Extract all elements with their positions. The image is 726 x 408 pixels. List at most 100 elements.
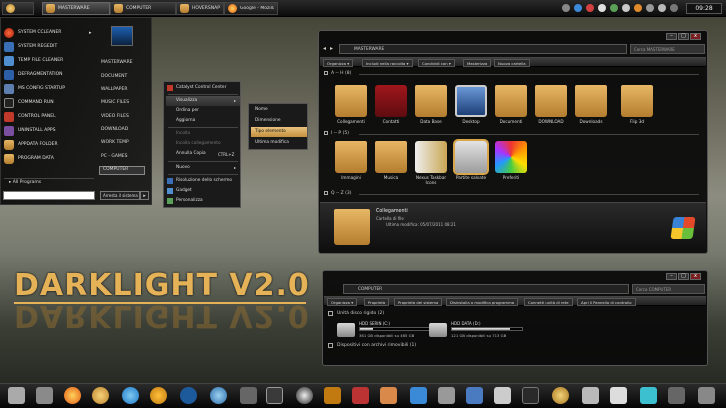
start-search-input[interactable] — [3, 191, 95, 200]
file-item[interactable]: Downloads — [571, 85, 611, 137]
counter-icon[interactable] — [266, 387, 283, 404]
all-programs-link[interactable]: ▸ All Programs — [9, 180, 41, 185]
start-right-wallpaper[interactable]: WALLPAPER — [101, 87, 127, 92]
tray-volume-icon[interactable] — [598, 4, 606, 12]
shutdown-options-button[interactable]: ▸ — [140, 191, 149, 200]
tray-arrow-icon[interactable] — [562, 4, 570, 12]
submenu-item-size[interactable]: Dimensione — [251, 116, 307, 126]
start-item-program-data[interactable]: PROGRAM DATA — [4, 152, 92, 165]
group-header[interactable]: Q -- Z (3) — [324, 191, 352, 196]
menu-item-paste-shortcut[interactable]: Incolla collegamento — [166, 139, 240, 149]
start-item-defrag[interactable]: DEFRAGMENTATION — [4, 68, 92, 81]
task-masterware[interactable]: MASTERWARE — [42, 2, 110, 15]
search-icon[interactable] — [8, 387, 25, 404]
player-icon[interactable] — [582, 387, 599, 404]
checkbox[interactable] — [328, 311, 333, 316]
tray-network-icon[interactable] — [574, 4, 582, 12]
organize-button[interactable]: Organizza ▾ — [323, 59, 354, 67]
forward-icon[interactable]: ▸ — [330, 46, 336, 52]
submenu-item-type[interactable]: Tipo elemento — [251, 127, 307, 137]
start-item-control-panel[interactable]: CONTROL PANEL — [4, 110, 92, 123]
folder-icon[interactable] — [438, 387, 455, 404]
include-library-button[interactable]: Includi nella raccolta ▾ — [362, 59, 413, 67]
start-right-document[interactable]: DOCUMENT — [101, 74, 127, 79]
contacts-icon[interactable] — [150, 387, 167, 404]
search-input[interactable]: Cerca COMPUTER — [632, 284, 705, 294]
media-player-icon[interactable] — [522, 387, 539, 404]
start-item-msconfig[interactable]: MS CONFIG STARTUP — [4, 82, 92, 95]
file-item[interactable]: Collegamenti — [331, 85, 371, 137]
share-button[interactable]: Condividi con ▾ — [418, 59, 455, 67]
app-icon[interactable] — [352, 387, 369, 404]
checkbox[interactable] — [324, 191, 328, 195]
music-icon[interactable] — [552, 387, 569, 404]
group-header[interactable]: Unità disco rigido (2) — [328, 311, 384, 316]
group-header[interactable]: Dispositivi con archivi rimovibili (1) — [328, 343, 416, 348]
menu-item-catalyst[interactable]: Catalyst Control Center — [166, 83, 240, 93]
minimize-button[interactable]: – — [666, 33, 677, 40]
monitor-icon[interactable] — [410, 387, 427, 404]
checkbox[interactable] — [324, 131, 328, 135]
menu-item-personalize[interactable]: Personalizza — [166, 196, 240, 206]
maximize-button[interactable]: □ — [678, 273, 689, 280]
group-header[interactable]: A -- H (8) — [324, 71, 351, 76]
start-item-regedit[interactable]: SYSTEM REGEDIT — [4, 40, 92, 53]
close-button[interactable]: x — [690, 33, 701, 40]
menu-item-sort[interactable]: Ordina per — [166, 106, 240, 116]
task-hoversnap[interactable]: HOVERSNAP — [176, 2, 224, 15]
start-button[interactable] — [2, 2, 34, 15]
drive-d[interactable]: HDD DATA (D:) 121 GB disponibili su 713 … — [429, 321, 529, 341]
task-firefox[interactable]: Google - Mozilla ... — [224, 2, 278, 15]
clock[interactable]: 09:28 — [686, 3, 722, 14]
submenu-item-modified[interactable]: Ultima modifica — [251, 138, 307, 148]
file-item[interactable]: Contatti — [371, 85, 411, 137]
tray-security-icon[interactable] — [586, 4, 594, 12]
flag-icon[interactable] — [610, 387, 627, 404]
map-network-drive-button[interactable]: Connetti unità di rete — [524, 298, 573, 306]
file-item[interactable]: Immagini — [331, 141, 371, 193]
chat-icon[interactable] — [240, 387, 257, 404]
start-right-masterware[interactable]: MASTERWARE — [101, 60, 133, 65]
image-icon[interactable] — [380, 387, 397, 404]
new-folder-button[interactable]: Nuova cartella — [494, 59, 530, 67]
window-icon[interactable] — [466, 387, 483, 404]
checkbox[interactable] — [324, 71, 328, 75]
file-item[interactable]: Desktop — [451, 85, 491, 137]
start-right-computer[interactable]: COMPUTER — [99, 166, 145, 175]
trash-icon[interactable] — [698, 387, 715, 404]
properties-button[interactable]: Proprietà — [364, 298, 390, 306]
file-item[interactable]: DOWNLOAD — [531, 85, 571, 137]
menu-item-refresh[interactable]: Aggiorna — [166, 116, 240, 126]
firefox-icon[interactable] — [64, 387, 81, 404]
shutdown-button[interactable]: Arresta il sistema — [100, 191, 140, 200]
search-input[interactable]: Cerca MASTERWARE — [630, 44, 705, 54]
printer-icon[interactable] — [668, 387, 685, 404]
tray-power-icon[interactable] — [646, 4, 654, 12]
file-item[interactable]: Documenti — [491, 85, 531, 137]
start-item-uninstall[interactable]: UNINSTALL APPS — [4, 124, 92, 137]
file-item[interactable]: Data Base — [411, 85, 451, 137]
tray-update-icon[interactable] — [610, 4, 618, 12]
group-header[interactable]: I -- P (5) — [324, 131, 349, 136]
file-item[interactable]: Preferiti — [491, 141, 531, 193]
uninstall-button[interactable]: Disinstalla o modifica programma — [446, 298, 519, 306]
tray-misc-icon[interactable] — [670, 4, 678, 12]
drive-c[interactable]: HDD SERIN (C:) 381 GB disponibili su 465… — [337, 321, 437, 341]
orb-icon[interactable] — [92, 387, 109, 404]
burn-button[interactable]: Masterizza — [463, 59, 492, 67]
open-control-panel-button[interactable]: Apri il Pannello di controllo — [577, 298, 636, 306]
file-item-selected[interactable]: Partite salvate — [451, 141, 491, 193]
menu-item-new[interactable]: Nuovo — [166, 163, 240, 173]
magnifier-icon[interactable] — [36, 387, 53, 404]
tray-flag-icon[interactable] — [634, 4, 642, 12]
start-right-video[interactable]: VIDEO FILES — [101, 114, 129, 119]
skype-icon[interactable] — [122, 387, 139, 404]
start-right-music[interactable]: MUSIC FILES — [101, 100, 129, 105]
menu-item-resolution[interactable]: Risoluzione dello schermo — [166, 176, 240, 186]
file-item[interactable]: Nexus Taskbar Icons — [411, 141, 451, 193]
back-icon[interactable]: ◂ — [323, 46, 329, 52]
start-right-download[interactable]: DOWNLOAD — [101, 127, 128, 132]
minimize-button[interactable]: – — [666, 273, 677, 280]
start-item-ccleaner[interactable]: SYSTEM CCLEANER — [4, 26, 92, 39]
submenu-item-name[interactable]: Nome — [251, 105, 307, 115]
